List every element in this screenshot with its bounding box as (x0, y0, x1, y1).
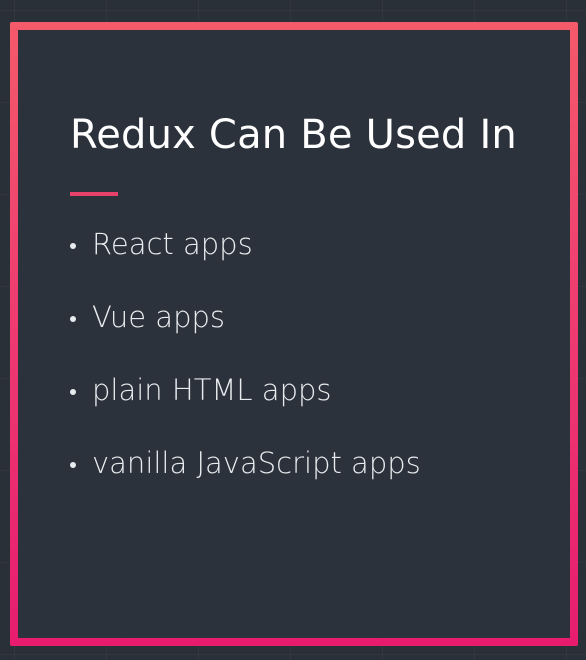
slide-title: Redux Can Be Used In (70, 112, 517, 158)
bullet-dot-icon (70, 462, 76, 468)
list-item: vanilla JavaScript apps (70, 445, 421, 481)
bullet-dot-icon (70, 389, 76, 395)
slide-frame: Redux Can Be Used In React apps Vue apps… (10, 22, 578, 646)
list-item: Vue apps (70, 299, 421, 335)
title-underline (70, 192, 118, 196)
list-item-label: React apps (92, 227, 253, 261)
bullet-dot-icon (70, 243, 76, 249)
list-item: plain HTML apps (70, 372, 421, 408)
list-item-label: Vue apps (92, 300, 226, 334)
bullet-dot-icon (70, 316, 76, 322)
list-item-label: vanilla JavaScript apps (92, 446, 421, 480)
list-item-label: plain HTML apps (92, 373, 332, 407)
bullet-list: React apps Vue apps plain HTML apps vani… (70, 226, 421, 518)
list-item: React apps (70, 226, 421, 262)
slide-panel: Redux Can Be Used In React apps Vue apps… (18, 30, 570, 638)
